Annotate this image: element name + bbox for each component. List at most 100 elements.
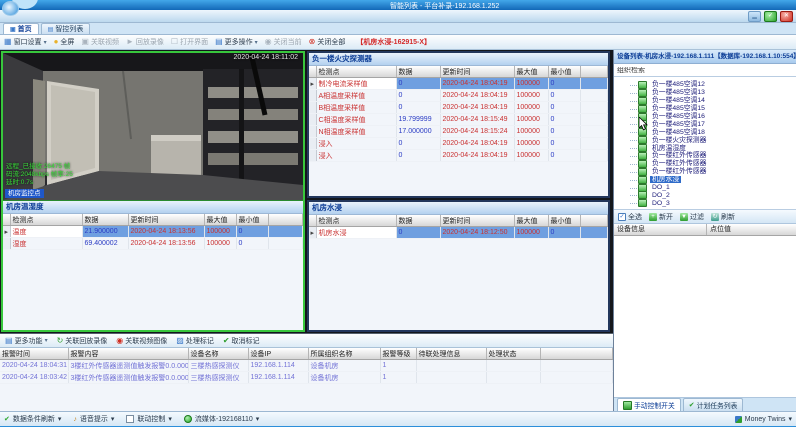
table-cell <box>540 360 613 372</box>
column-header[interactable]: 点位值 <box>707 224 796 235</box>
row-marker <box>3 238 10 250</box>
column-header[interactable]: 检测点 <box>316 215 396 227</box>
tree-item[interactable]: 负一楼485空调15 <box>638 105 796 113</box>
column-header[interactable]: 待联处理信息 <box>416 348 486 360</box>
window-settings-button[interactable]: ▦窗口设置▾ <box>4 37 47 47</box>
tree-item[interactable]: 负一楼485空调16 <box>638 113 796 121</box>
table-row[interactable]: N相温度采样值17.0000002020-04-24 18:15:2410000… <box>309 126 608 138</box>
linkage-control-toggle[interactable]: 联动控制▾ <box>126 414 172 424</box>
tree-item[interactable]: 负一楼485空调14 <box>638 97 796 105</box>
column-header[interactable]: 数据 <box>82 214 128 226</box>
tab-manual-control[interactable]: 手动控制开关 <box>617 398 681 411</box>
close-all-button[interactable]: ⊗关闭全部 <box>309 37 346 47</box>
table-row[interactable]: 2020-04-24 18:04:313楼红外传感器遥测值触发报警0.0.000… <box>0 360 613 372</box>
tree-item[interactable]: 负一楼485空调13 <box>638 89 796 97</box>
org-search-input[interactable] <box>617 67 796 74</box>
column-header[interactable]: 最小值 <box>548 215 580 227</box>
tree-item[interactable]: DO_2 <box>638 191 796 199</box>
column-header[interactable]: 最大值 <box>514 215 548 227</box>
table-row[interactable]: 浸入02020-04-24 18:04:191000000 <box>309 138 608 150</box>
column-header[interactable]: 更新时间 <box>128 214 204 226</box>
camera-video-frame[interactable]: 2020-04-24 18:11:02 远程_已接收 26475 帧 码流:20… <box>3 53 303 201</box>
column-header[interactable]: 最大值 <box>204 214 236 226</box>
tree-item[interactable]: DO_3 <box>638 199 796 207</box>
column-header[interactable]: 最大值 <box>514 66 548 78</box>
voice-prompt-toggle[interactable]: ♪语音提示▾ <box>73 414 114 424</box>
tab-home[interactable]: ▣ 首页 <box>3 23 39 34</box>
new-open-button[interactable]: +新开 <box>649 212 673 222</box>
close-button[interactable]: ✕ <box>780 11 793 22</box>
table-cell: 3楼红外传感器遥测值触发报警0.0.000000 <box>68 372 188 384</box>
table-row[interactable]: 湿度69.4000022020-04-24 18:13:561000000 <box>3 238 303 250</box>
video-channel-label: 机房监控点 <box>5 189 44 198</box>
table-row[interactable]: ▸温度21.9000002020-04-24 18:13:561000000 <box>3 226 303 238</box>
unmark-button[interactable]: ✔取消标记 <box>223 336 260 346</box>
column-header[interactable]: 数据 <box>396 215 440 227</box>
table-cell: 100000 <box>514 138 548 150</box>
data-refresh-toggle[interactable]: ✔数据条件刷新▾ <box>4 414 61 424</box>
table-row[interactable]: C相温度采样值19.7999992020-04-24 18:15:4910000… <box>309 114 608 126</box>
column-header[interactable]: 设备名称 <box>188 348 248 360</box>
mark-handled-button[interactable]: ▨处理标记 <box>176 336 214 346</box>
device-panel-title: 设备列表-机房水浸-192.168.1.111【数据库-192.168.1.10… <box>614 50 796 64</box>
tab-smart-control-list[interactable]: ▤ 智控列表 <box>41 23 91 34</box>
close-current-button[interactable]: ◉关闭当前 <box>265 37 302 47</box>
tree-item-label: 机房水浸 <box>650 176 681 183</box>
column-header[interactable]: 报警时间 <box>0 348 68 360</box>
column-header[interactable]: 报警等级 <box>380 348 416 360</box>
row-marker <box>309 90 316 102</box>
linked-video-image-button[interactable]: ◉关联视频图像 <box>116 336 167 346</box>
column-header[interactable]: 检测点 <box>316 66 396 78</box>
table-row[interactable]: A相温度采样值02020-04-24 18:04:191000000 <box>309 90 608 102</box>
filter-button[interactable]: ▼过滤 <box>680 212 704 222</box>
device-node-icon <box>638 120 647 128</box>
tree-item[interactable]: 负一楼红外传感器 <box>638 160 796 168</box>
tree-item[interactable]: 机房水浸 <box>638 176 796 184</box>
column-header[interactable]: 更新时间 <box>440 66 514 78</box>
table-cell: 设备机房 <box>308 372 380 384</box>
playback-button[interactable]: ►回放录像 <box>126 37 164 47</box>
table-row[interactable]: ▸制冷电流采样值02020-04-24 18:04:191000000 <box>309 78 608 90</box>
table-cell: 2020-04-24 18:13:56 <box>128 226 204 238</box>
column-header[interactable]: 最小值 <box>548 66 580 78</box>
tree-item[interactable]: 负一楼485空调12 <box>638 81 796 89</box>
tree-item[interactable]: 负一楼火灾探测器 <box>638 136 796 144</box>
open-ui-button[interactable]: ☐打开界面 <box>171 37 208 47</box>
linked-playback-button[interactable]: ↻关联回放录像 <box>57 336 108 346</box>
tree-item[interactable]: DO_1 <box>638 184 796 192</box>
device-node-icon <box>638 128 647 136</box>
fullscreen-button[interactable]: ●全屏 <box>54 37 75 47</box>
tab-scheduled-tasks[interactable]: ✔计划任务列表 <box>683 398 744 411</box>
tree-item[interactable]: 机房温湿度 <box>638 144 796 152</box>
column-header[interactable]: 设备IP <box>248 348 308 360</box>
tree-item-label: 机房温湿度 <box>650 145 688 152</box>
table-row[interactable]: 2020-04-24 18:03:423楼红外传感器遥测值触发报警0.0.000… <box>0 372 613 384</box>
select-all-checkbox[interactable]: ✓全选 <box>618 212 642 222</box>
minimize-button[interactable]: ▁ <box>748 11 761 22</box>
table-cell: 2020-04-24 18:04:19 <box>440 138 514 150</box>
tree-item[interactable]: 负一楼485空调17 <box>638 120 796 128</box>
maximize-button[interactable]: ✓ <box>764 11 777 22</box>
brand-menu[interactable]: Money Twins▾ <box>735 415 792 423</box>
table-row[interactable]: 浸入02020-04-24 18:04:191000000 <box>309 150 608 162</box>
column-header[interactable]: 所属组织名称 <box>308 348 380 360</box>
column-header[interactable]: 更新时间 <box>440 215 514 227</box>
linked-video-button[interactable]: ▣关联视频 <box>81 37 119 47</box>
table-row[interactable]: ▸机房水浸02020-04-24 18:12:501000000 <box>309 227 608 239</box>
media-server-status[interactable]: 流媒体-192168110▾ <box>184 414 259 424</box>
column-header[interactable]: 处理状态 <box>486 348 540 360</box>
column-header[interactable]: 设备信息 <box>614 224 707 235</box>
more-functions-button[interactable]: ▤更多功能▾ <box>5 336 48 346</box>
column-header[interactable]: 数据 <box>396 66 440 78</box>
more-actions-button[interactable]: ▤更多操作▾ <box>215 37 258 47</box>
column-header[interactable]: 报警内容 <box>68 348 188 360</box>
tree-item[interactable]: 负一楼485空调18 <box>638 128 796 136</box>
table-row[interactable]: B相温度采样值02020-04-24 18:04:191000000 <box>309 102 608 114</box>
refresh-button[interactable]: ↻刷新 <box>711 212 735 222</box>
table-cell: 0 <box>548 150 580 162</box>
device-node-icon <box>638 105 647 113</box>
column-header[interactable]: 最小值 <box>236 214 268 226</box>
column-header[interactable]: 检测点 <box>10 214 82 226</box>
tree-item[interactable]: 负一楼红外传感器 <box>638 168 796 176</box>
tree-item[interactable]: 负一楼红外传感器 <box>638 152 796 160</box>
